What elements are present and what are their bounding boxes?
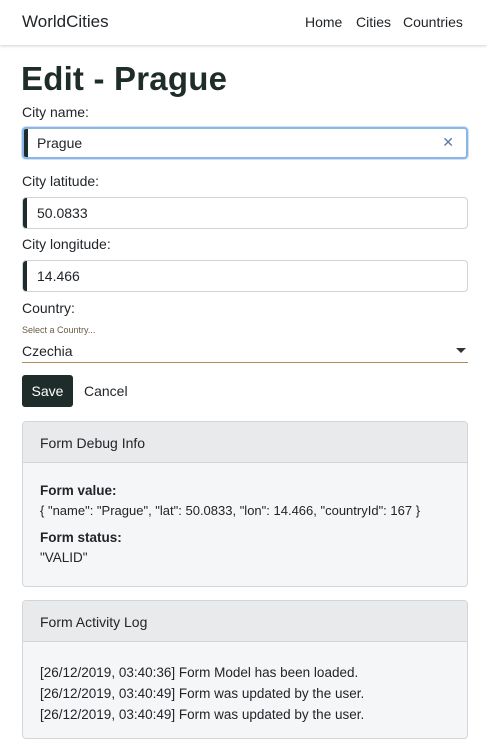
activity-log-entry: [26/12/2019, 03:40:49] Form was updated …: [40, 686, 365, 701]
city-name-label: City name:: [22, 104, 89, 120]
country-select[interactable]: Czechia: [22, 339, 468, 363]
nav-link-cities[interactable]: Cities: [356, 14, 391, 30]
city-latitude-field: [22, 197, 468, 229]
form-debug-body: Form value: { "name": "Prague", "lat": 5…: [23, 483, 467, 565]
form-value-label: Form value:: [40, 483, 117, 498]
form-debug-card: Form Debug Info Form value: { "name": "P…: [22, 421, 468, 587]
city-name-input[interactable]: [37, 129, 437, 157]
clear-icon[interactable]: ✕: [442, 134, 454, 151]
required-indicator: [23, 198, 27, 228]
required-indicator: [24, 129, 28, 157]
city-latitude-label: City latitude:: [22, 173, 100, 189]
form-activity-card: Form Activity Log [26/12/2019, 03:40:36]…: [22, 600, 468, 739]
form-status-label: Form status:: [40, 530, 122, 545]
page-title: Edit - Prague: [21, 60, 228, 97]
activity-log-entry: [26/12/2019, 03:40:49] Form was updated …: [40, 707, 365, 722]
city-longitude-input[interactable]: [37, 261, 437, 291]
activity-log-entry: [26/12/2019, 03:40:36] Form Model has be…: [40, 665, 359, 680]
save-button[interactable]: Save: [22, 375, 73, 407]
required-indicator: [23, 261, 27, 291]
city-longitude-label: City longitude:: [22, 236, 111, 252]
cancel-link[interactable]: Cancel: [84, 383, 128, 399]
nav-link-countries[interactable]: Countries: [403, 14, 463, 30]
country-select-floating-label: Select a Country...: [22, 325, 96, 335]
nav-link-home[interactable]: Home: [305, 14, 342, 30]
form-activity-body: [26/12/2019, 03:40:36] Form Model has be…: [23, 642, 467, 725]
country-select-value: Czechia: [22, 343, 73, 359]
brand-link[interactable]: WorldCities: [22, 12, 109, 32]
country-label: Country:: [22, 300, 75, 316]
navbar: WorldCities Home Cities Countries: [0, 0, 487, 45]
city-latitude-input[interactable]: [37, 198, 437, 228]
city-name-field: ✕: [22, 127, 468, 159]
form-debug-header: Form Debug Info: [23, 422, 467, 463]
form-activity-header: Form Activity Log: [23, 601, 467, 642]
dropdown-arrow-icon: [456, 348, 466, 353]
form-value-text: { "name": "Prague", "lat": 50.0833, "lon…: [40, 503, 421, 518]
form-status-text: "VALID": [40, 550, 88, 565]
city-longitude-field: [22, 260, 468, 292]
